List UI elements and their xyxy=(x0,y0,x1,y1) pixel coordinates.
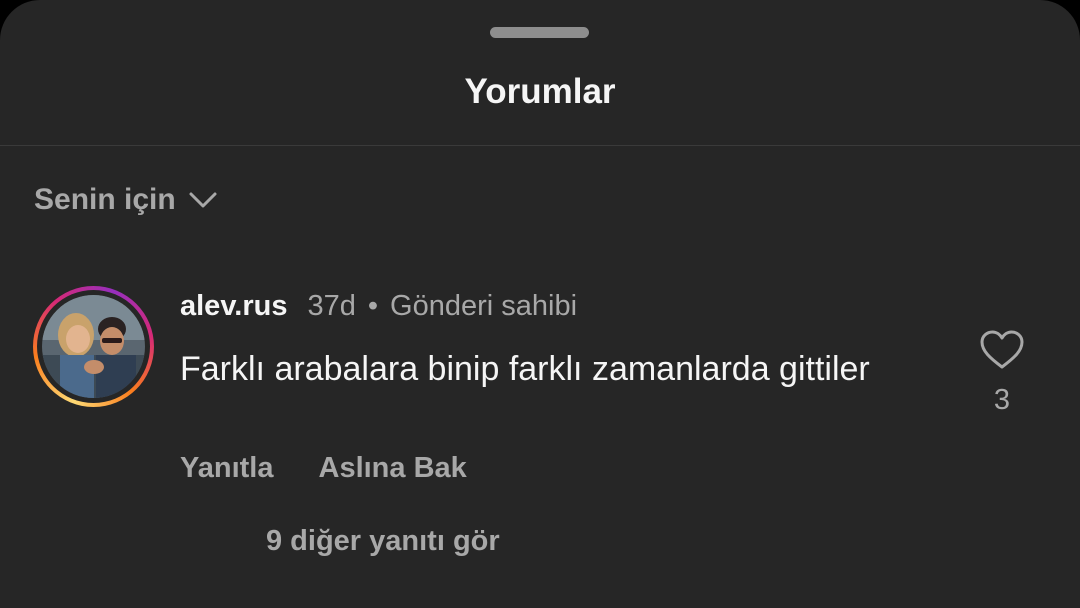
author-badge: Gönderi sahibi xyxy=(390,290,578,322)
header-divider xyxy=(0,145,1080,146)
reply-button[interactable]: Yanıtla xyxy=(180,448,274,488)
like-button[interactable]: 3 xyxy=(972,330,1032,420)
sort-dropdown[interactable]: Senin için xyxy=(34,180,218,220)
sort-label: Senin için xyxy=(34,183,176,216)
heart-icon xyxy=(972,330,1032,370)
chevron-down-icon xyxy=(188,190,218,210)
view-more-replies-button[interactable]: 9 diğer yanıtı gör xyxy=(266,521,500,561)
drag-handle[interactable] xyxy=(490,27,589,38)
avatar[interactable] xyxy=(33,286,154,407)
comment-username[interactable]: alev.rus xyxy=(180,286,287,326)
comment-header: alev.rus 37d • Gönderi sahibi xyxy=(180,286,577,326)
avatar-photo xyxy=(42,295,145,398)
see-original-button[interactable]: Aslına Bak xyxy=(319,448,467,488)
comment-text: Farklı arabalara binip farklı zamanlarda… xyxy=(180,350,870,388)
comment-actions: Yanıtla Aslına Bak xyxy=(180,448,467,488)
like-count: 3 xyxy=(993,384,1011,416)
comment-timestamp: 37d xyxy=(307,290,356,322)
comments-sheet: Yorumlar Senin için alev.rus 37d • Gönde… xyxy=(0,0,1080,608)
sheet-title: Yorumlar xyxy=(464,72,616,111)
meta-separator: • xyxy=(367,290,379,322)
